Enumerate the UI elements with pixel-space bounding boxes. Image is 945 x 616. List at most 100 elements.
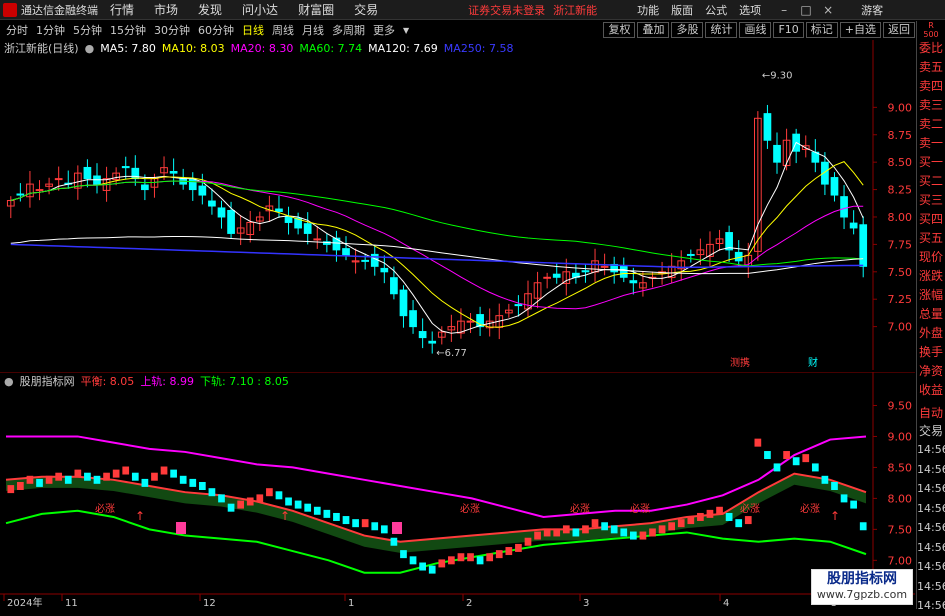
quote-field-11[interactable]: 现价 xyxy=(917,248,945,267)
candle-body xyxy=(581,270,590,273)
indicator-chart[interactable]: 9.50 9.00 8.50 8.00 7.50 7.00 必涨 必涨 必涨 必涨 必涨 必涨 ↑ ↑ ↑ 2… xyxy=(0,372,915,611)
restore-rights-button[interactable]: 复权 xyxy=(603,22,636,38)
quote-field-12[interactable]: 涨跌 xyxy=(917,267,945,286)
trade-tab[interactable]: 交易 xyxy=(917,422,945,440)
menu-item-trade[interactable]: 交易 xyxy=(354,1,378,18)
indicator-bar xyxy=(821,475,829,484)
menu-item-options[interactable]: 选项 xyxy=(739,2,761,18)
quote-field-0[interactable]: 委比 xyxy=(917,39,945,58)
indicator-bar xyxy=(122,466,130,475)
indicator-bar xyxy=(677,519,685,528)
close-icon[interactable]: × xyxy=(817,2,839,18)
candle-body xyxy=(313,238,322,241)
candle-body xyxy=(428,340,437,344)
menu-item-formula[interactable]: 公式 xyxy=(705,2,727,18)
menu-item-layout[interactable]: 版面 xyxy=(671,2,693,18)
indicator-bar xyxy=(783,451,790,460)
mark-button[interactable]: 标记 xyxy=(805,22,838,38)
indicator-bar xyxy=(112,469,120,478)
menu-item-ask[interactable]: 问小达 xyxy=(242,1,278,18)
quote-field-9[interactable]: 买四 xyxy=(917,210,945,229)
r-badge: R xyxy=(928,21,934,30)
period-more[interactable]: 更多 xyxy=(373,22,395,38)
menu-item-discover[interactable]: 发现 xyxy=(198,1,222,18)
indicator-bar xyxy=(7,485,15,494)
indicator-bar xyxy=(658,525,666,534)
period-weekly[interactable]: 周线 xyxy=(272,22,294,38)
buy-signal-label: 必涨 xyxy=(95,502,115,515)
draw-line-button[interactable]: 画线 xyxy=(739,22,772,38)
add-watchlist-button[interactable]: +自选 xyxy=(839,22,881,38)
candle-body xyxy=(35,189,44,192)
quote-field-17[interactable]: 净资 xyxy=(917,362,945,381)
quote-field-8[interactable]: 买三 xyxy=(917,191,945,210)
f10-button[interactable]: F10 xyxy=(773,22,804,38)
minimize-icon[interactable]: – xyxy=(773,2,795,18)
indicator-bar xyxy=(256,494,264,503)
indicator-bar xyxy=(802,454,810,463)
candle-body xyxy=(390,277,398,295)
period-5min[interactable]: 5分钟 xyxy=(73,22,102,38)
quote-field-4[interactable]: 卖二 xyxy=(917,115,945,134)
period-daily[interactable]: 日线 xyxy=(242,22,264,38)
quote-field-7[interactable]: 买二 xyxy=(917,172,945,191)
indicator-bar xyxy=(486,553,494,562)
menu-item-wealth[interactable]: 财富圈 xyxy=(298,1,334,18)
y-tick-label: 7.75 xyxy=(888,238,913,251)
menu-item-quotes[interactable]: 行情 xyxy=(110,1,134,18)
period-monthly[interactable]: 月线 xyxy=(302,22,324,38)
candle-body xyxy=(169,170,178,174)
quote-field-10[interactable]: 买五 xyxy=(917,229,945,248)
auto-tab[interactable]: 自动 xyxy=(917,404,945,422)
period-60min[interactable]: 60分钟 xyxy=(198,22,234,38)
quote-field-15[interactable]: 外盘 xyxy=(917,324,945,343)
menu-item-function[interactable]: 功能 xyxy=(637,2,659,18)
indicator-bar xyxy=(198,482,206,490)
indicator-bar xyxy=(246,497,254,506)
x-tick-label: 2024年 xyxy=(7,596,42,609)
indicator-bar xyxy=(744,516,752,525)
tick-time: 14:56 xyxy=(917,560,945,573)
chevron-down-icon[interactable]: ▼ xyxy=(403,26,409,35)
quote-field-13[interactable]: 涨幅 xyxy=(917,286,945,305)
watermark-title: 股朋指标网 xyxy=(827,571,897,587)
indicator-bar xyxy=(534,531,541,540)
quote-field-18[interactable]: 收益 xyxy=(917,381,945,400)
period-intraday[interactable]: 分时 xyxy=(6,22,28,38)
candle-body xyxy=(303,223,312,234)
quote-field-16[interactable]: 换手 xyxy=(917,343,945,362)
guest-label[interactable]: 游客 xyxy=(861,2,883,18)
indicator-bar xyxy=(735,519,743,528)
indicator-bar xyxy=(409,556,417,565)
r-badge-number: 500 xyxy=(923,30,939,39)
indicator-bar xyxy=(687,516,695,525)
indicator-bar xyxy=(725,512,733,521)
period-30min[interactable]: 30分钟 xyxy=(154,22,190,38)
period-1min[interactable]: 1分钟 xyxy=(36,22,65,38)
y-tick-label: 7.00 xyxy=(888,321,913,334)
main-kline-chart[interactable]: 9.00 8.75 8.50 8.25 8.00 7.75 7.50 7.25 7.00 ←9.3… xyxy=(0,40,915,370)
quote-field-2[interactable]: 卖四 xyxy=(917,77,945,96)
y-tick-label: 8.00 xyxy=(888,211,913,224)
login-warning[interactable]: 证券交易未登录 xyxy=(468,2,545,18)
menu-item-market[interactable]: 市场 xyxy=(154,1,178,18)
quote-field-3[interactable]: 卖三 xyxy=(917,96,945,115)
statistics-button[interactable]: 统计 xyxy=(705,22,738,38)
quote-field-14[interactable]: 总量 xyxy=(917,305,945,324)
up-arrow-icon: ↑ xyxy=(830,509,840,523)
indicator-bar xyxy=(697,512,704,521)
period-15min[interactable]: 15分钟 xyxy=(110,22,146,38)
quote-field-5[interactable]: 卖一 xyxy=(917,134,945,153)
candle-body xyxy=(16,193,25,196)
tick-time: 14:56 xyxy=(917,540,945,554)
back-button[interactable]: 返回 xyxy=(883,22,915,38)
indicator-bar xyxy=(131,472,139,481)
maximize-icon[interactable]: □ xyxy=(795,2,817,18)
quote-field-6[interactable]: 买一 xyxy=(917,153,945,172)
quote-field-1[interactable]: 卖五 xyxy=(917,58,945,77)
period-multi[interactable]: 多周期 xyxy=(332,22,365,38)
indicator-bar xyxy=(17,482,24,490)
overlay-button[interactable]: 叠加 xyxy=(637,22,670,38)
multi-stock-button[interactable]: 多股 xyxy=(671,22,704,38)
indicator-bar xyxy=(74,469,82,478)
